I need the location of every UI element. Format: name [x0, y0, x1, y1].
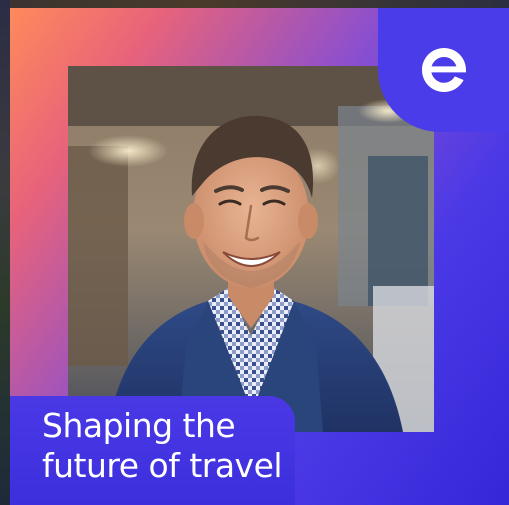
headline-line-2: future of travel	[42, 446, 283, 485]
background-photo-strip-top	[0, 0, 509, 8]
promo-graphic: Shaping the future of travel	[0, 0, 509, 505]
headline-line-1: Shaping the	[42, 406, 236, 445]
headline: Shaping the future of travel	[42, 406, 283, 486]
brand-logo-icon	[418, 44, 470, 96]
portrait-illustration	[68, 66, 434, 432]
portrait-photo	[68, 66, 434, 432]
background-photo-strip-left	[0, 0, 10, 505]
